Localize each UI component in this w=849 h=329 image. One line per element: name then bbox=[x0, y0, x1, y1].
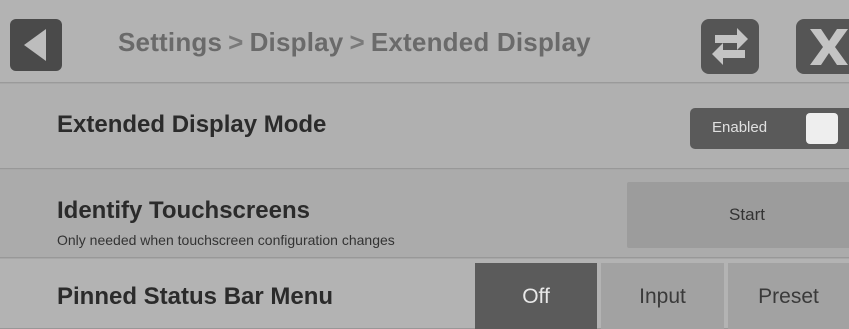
pinned-status-bar-menu-label: Pinned Status Bar Menu bbox=[57, 283, 334, 310]
breadcrumb-separator: > bbox=[228, 27, 244, 57]
breadcrumb-item-extended-display: Extended Display bbox=[370, 27, 591, 57]
swap-arrows-icon bbox=[712, 28, 748, 65]
identify-touchscreens-subtitle: Only needed when touchscreen configurati… bbox=[57, 232, 395, 248]
setting-row-pinned-status-bar-menu: Pinned Status Bar Menu Off Input Preset bbox=[0, 259, 849, 329]
segment-off[interactable]: Off bbox=[475, 263, 597, 329]
segment-input[interactable]: Input bbox=[601, 263, 724, 329]
back-arrow-icon bbox=[24, 29, 46, 61]
breadcrumb-item-display: Display bbox=[249, 27, 344, 57]
toggle-state-label: Enabled bbox=[712, 119, 768, 136]
start-button-label: Start bbox=[729, 205, 765, 224]
start-button[interactable]: Start bbox=[627, 182, 849, 248]
setting-row-extended-display-mode: Extended Display Mode Enabled bbox=[0, 84, 849, 169]
extended-display-toggle[interactable]: Enabled bbox=[690, 108, 849, 149]
segment-preset[interactable]: Preset bbox=[728, 263, 849, 329]
close-x-icon bbox=[810, 29, 848, 65]
close-button[interactable] bbox=[796, 19, 849, 74]
breadcrumb-separator: > bbox=[349, 27, 365, 57]
setting-row-identify-touchscreens: Identify Touchscreens Only needed when t… bbox=[0, 170, 849, 258]
segment-off-label: Off bbox=[522, 285, 550, 308]
segment-preset-label: Preset bbox=[758, 285, 819, 308]
title-bar: Settings > Display > Extended Display bbox=[0, 0, 849, 83]
extended-display-mode-label: Extended Display Mode bbox=[57, 111, 327, 138]
back-button[interactable] bbox=[10, 19, 62, 71]
identify-touchscreens-label: Identify Touchscreens bbox=[57, 197, 310, 224]
toggle-knob[interactable] bbox=[806, 113, 838, 144]
breadcrumb-item-settings: Settings bbox=[118, 27, 223, 57]
breadcrumb: Settings > Display > Extended Display bbox=[118, 27, 591, 61]
segment-input-label: Input bbox=[639, 285, 686, 308]
swap-button[interactable] bbox=[701, 19, 759, 74]
